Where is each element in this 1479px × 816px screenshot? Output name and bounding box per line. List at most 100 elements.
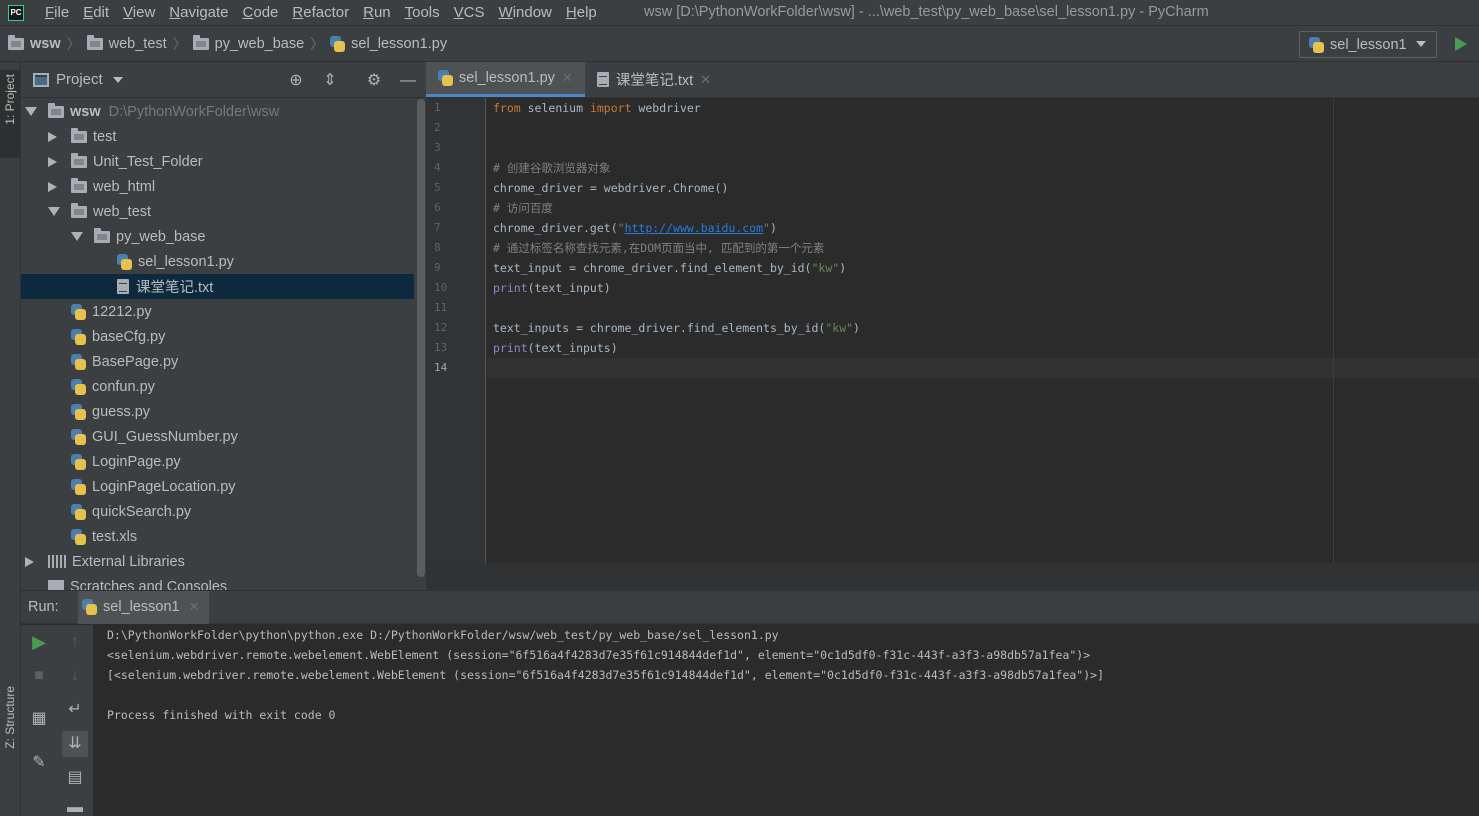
chevron-down-icon[interactable] bbox=[25, 107, 37, 116]
chevron-down-icon[interactable] bbox=[71, 232, 83, 241]
code-area[interactable]: from selenium import webdriver # 创建谷歌浏览器对… bbox=[487, 98, 1479, 563]
rerun-icon[interactable]: ▶ bbox=[26, 629, 52, 655]
code-line[interactable]: chrome_driver.get("http://www.baidu.com"… bbox=[487, 218, 1479, 238]
tree-item[interactable]: LoginPageLocation.py bbox=[21, 474, 414, 499]
gear-icon[interactable]: ⚙ bbox=[365, 72, 383, 90]
tree-arrow-slot bbox=[48, 156, 71, 167]
code-line[interactable]: print(text_input) bbox=[487, 278, 1479, 298]
chevron-right-icon[interactable] bbox=[48, 131, 57, 142]
tree-item[interactable]: External Libraries bbox=[21, 549, 414, 574]
project-view-selector[interactable]: Project bbox=[56, 71, 103, 88]
code-line[interactable]: text_inputs = chrome_driver.find_element… bbox=[487, 318, 1479, 338]
chevron-down-icon[interactable] bbox=[48, 207, 60, 216]
print-icon[interactable]: ▤ bbox=[62, 765, 88, 791]
code-line[interactable]: print(text_inputs) bbox=[487, 338, 1479, 358]
tree-item[interactable]: confun.py bbox=[21, 374, 414, 399]
menu-mnemonic: E bbox=[83, 4, 94, 21]
hide-panel-icon[interactable]: — bbox=[399, 72, 417, 90]
breadcrumb-item[interactable]: py_web_base 〉 bbox=[192, 34, 331, 54]
code-line[interactable]: from selenium import webdriver bbox=[487, 98, 1479, 118]
run-panel: Run: sel_lesson1 ✕ ▶ ↑ ■ ↓ ↵ ▦ ⇊ ✎ ▤ ▬ D… bbox=[21, 590, 1479, 816]
tree-item[interactable]: web_test bbox=[21, 199, 414, 224]
menu-item-window[interactable]: Window bbox=[492, 0, 559, 25]
project-tree-scrollbar[interactable] bbox=[416, 99, 426, 577]
trash-icon[interactable]: ▬ bbox=[62, 795, 88, 816]
code-line[interactable]: # 创建谷歌浏览器对象 bbox=[487, 158, 1479, 178]
code-line[interactable]: # 访问百度 bbox=[487, 198, 1479, 218]
menu-label: ode bbox=[253, 4, 279, 21]
tree-item[interactable]: test bbox=[21, 124, 414, 149]
tree-item[interactable]: guess.py bbox=[21, 399, 414, 424]
menu-item-code[interactable]: Code bbox=[236, 0, 286, 25]
menu-item-tools[interactable]: Tools bbox=[398, 0, 447, 25]
folder-icon bbox=[48, 102, 64, 118]
code-line[interactable]: # 通过标签名称查找元素,在DOM页面当中, 匹配到的第一个元素 bbox=[487, 238, 1479, 258]
close-icon[interactable]: ✕ bbox=[700, 72, 711, 88]
code-line[interactable] bbox=[487, 298, 1479, 318]
tree-item[interactable]: test.xls bbox=[21, 524, 414, 549]
breadcrumb-item[interactable]: sel_lesson1.py bbox=[330, 35, 447, 52]
run-button[interactable] bbox=[1455, 37, 1467, 51]
code-line[interactable] bbox=[487, 358, 1479, 378]
chevron-down-icon[interactable] bbox=[112, 76, 123, 83]
tree-item[interactable]: GUI_GuessNumber.py bbox=[21, 424, 414, 449]
line-number: 2 bbox=[434, 121, 441, 134]
code-editor[interactable]: 1 2 3 4 5 6 7 8 9 10 11 12 13 14 from selenium import… bbox=[426, 98, 1479, 563]
line-number: 12 bbox=[434, 321, 448, 334]
chevron-right-icon: 〉 bbox=[66, 35, 81, 52]
tree-item[interactable]: Unit_Test_Folder bbox=[21, 149, 414, 174]
close-icon[interactable]: ✕ bbox=[189, 599, 200, 615]
breadcrumb-item[interactable]: wsw 〉 bbox=[8, 34, 87, 54]
soft-wrap-icon[interactable]: ↵ bbox=[62, 697, 88, 723]
tree-item[interactable]: wsw D:\PythonWorkFolder\wsw bbox=[21, 99, 414, 124]
tree-item[interactable]: baseCfg.py bbox=[21, 324, 414, 349]
code-line[interactable]: text_input = chrome_driver.find_element_… bbox=[487, 258, 1479, 278]
tree-item[interactable]: BasePage.py bbox=[21, 349, 414, 374]
scrollbar-thumb[interactable] bbox=[417, 99, 425, 577]
editor-tab[interactable]: sel_lesson1.py ✕ bbox=[426, 62, 585, 97]
code-line[interactable]: chrome_driver = webdriver.Chrome() bbox=[487, 178, 1479, 198]
run-tab[interactable]: sel_lesson1 ✕ bbox=[78, 590, 210, 624]
menu-item-run[interactable]: Run bbox=[356, 0, 398, 25]
close-icon[interactable]: ✕ bbox=[562, 70, 573, 86]
chevron-right-icon[interactable] bbox=[48, 181, 57, 192]
tree-item[interactable]: quickSearch.py bbox=[21, 499, 414, 524]
menu-item-edit[interactable]: Edit bbox=[76, 0, 116, 25]
menu-item-help[interactable]: Help bbox=[559, 0, 604, 25]
menu-item-file[interactable]: File bbox=[38, 0, 76, 25]
code-line[interactable] bbox=[487, 118, 1479, 138]
code-token: (text_inputs) bbox=[527, 341, 618, 355]
tree-item[interactable]: py_web_base bbox=[21, 224, 414, 249]
tree-item[interactable]: 12212.py bbox=[21, 299, 414, 324]
code-line[interactable] bbox=[487, 138, 1479, 158]
menu-item-refactor[interactable]: Refactor bbox=[285, 0, 356, 25]
chevron-right-icon[interactable] bbox=[48, 156, 57, 167]
structure-tool-window-button[interactable]: Z: Structure bbox=[0, 686, 20, 786]
locate-file-icon[interactable]: ⊕ bbox=[287, 72, 305, 90]
menu-item-vcs[interactable]: VCS bbox=[447, 0, 492, 25]
tree-item[interactable]: LoginPage.py bbox=[21, 449, 414, 474]
editor-tab[interactable]: 课堂笔记.txt ✕ bbox=[585, 62, 723, 97]
collapse-all-icon[interactable]: ⇕ bbox=[321, 72, 339, 90]
stop-icon[interactable]: ■ bbox=[26, 663, 52, 689]
arrow-up-icon[interactable]: ↑ bbox=[62, 629, 88, 655]
line-number: 7 bbox=[434, 221, 441, 234]
run-configuration-selector[interactable]: sel_lesson1 bbox=[1299, 31, 1437, 58]
scroll-to-end-icon[interactable]: ⇊ bbox=[62, 731, 88, 757]
project-tool-window-button[interactable]: 1: Project bbox=[0, 70, 20, 158]
menu-item-view[interactable]: View bbox=[116, 0, 162, 25]
breadcrumb-item[interactable]: web_test 〉 bbox=[86, 34, 193, 54]
tree-item[interactable]: sel_lesson1.py bbox=[21, 249, 414, 274]
tree-item-label: quickSearch.py bbox=[92, 503, 192, 520]
tree-item[interactable]: web_html bbox=[21, 174, 414, 199]
pin-icon[interactable]: ✎ bbox=[26, 750, 52, 776]
chevron-right-icon[interactable] bbox=[25, 556, 34, 567]
restore-layout-icon[interactable]: ▦ bbox=[26, 706, 52, 732]
console-output[interactable]: D:\PythonWorkFolder\python\python.exe D:… bbox=[101, 625, 1479, 816]
menu-item-navigate[interactable]: Navigate bbox=[162, 0, 235, 25]
tree-item[interactable]: Scratches and Consoles bbox=[21, 574, 414, 590]
tree-item[interactable]: 课堂笔记.txt bbox=[21, 274, 414, 299]
tree-item-label: Unit_Test_Folder bbox=[93, 153, 203, 170]
arrow-down-icon[interactable]: ↓ bbox=[62, 663, 88, 689]
